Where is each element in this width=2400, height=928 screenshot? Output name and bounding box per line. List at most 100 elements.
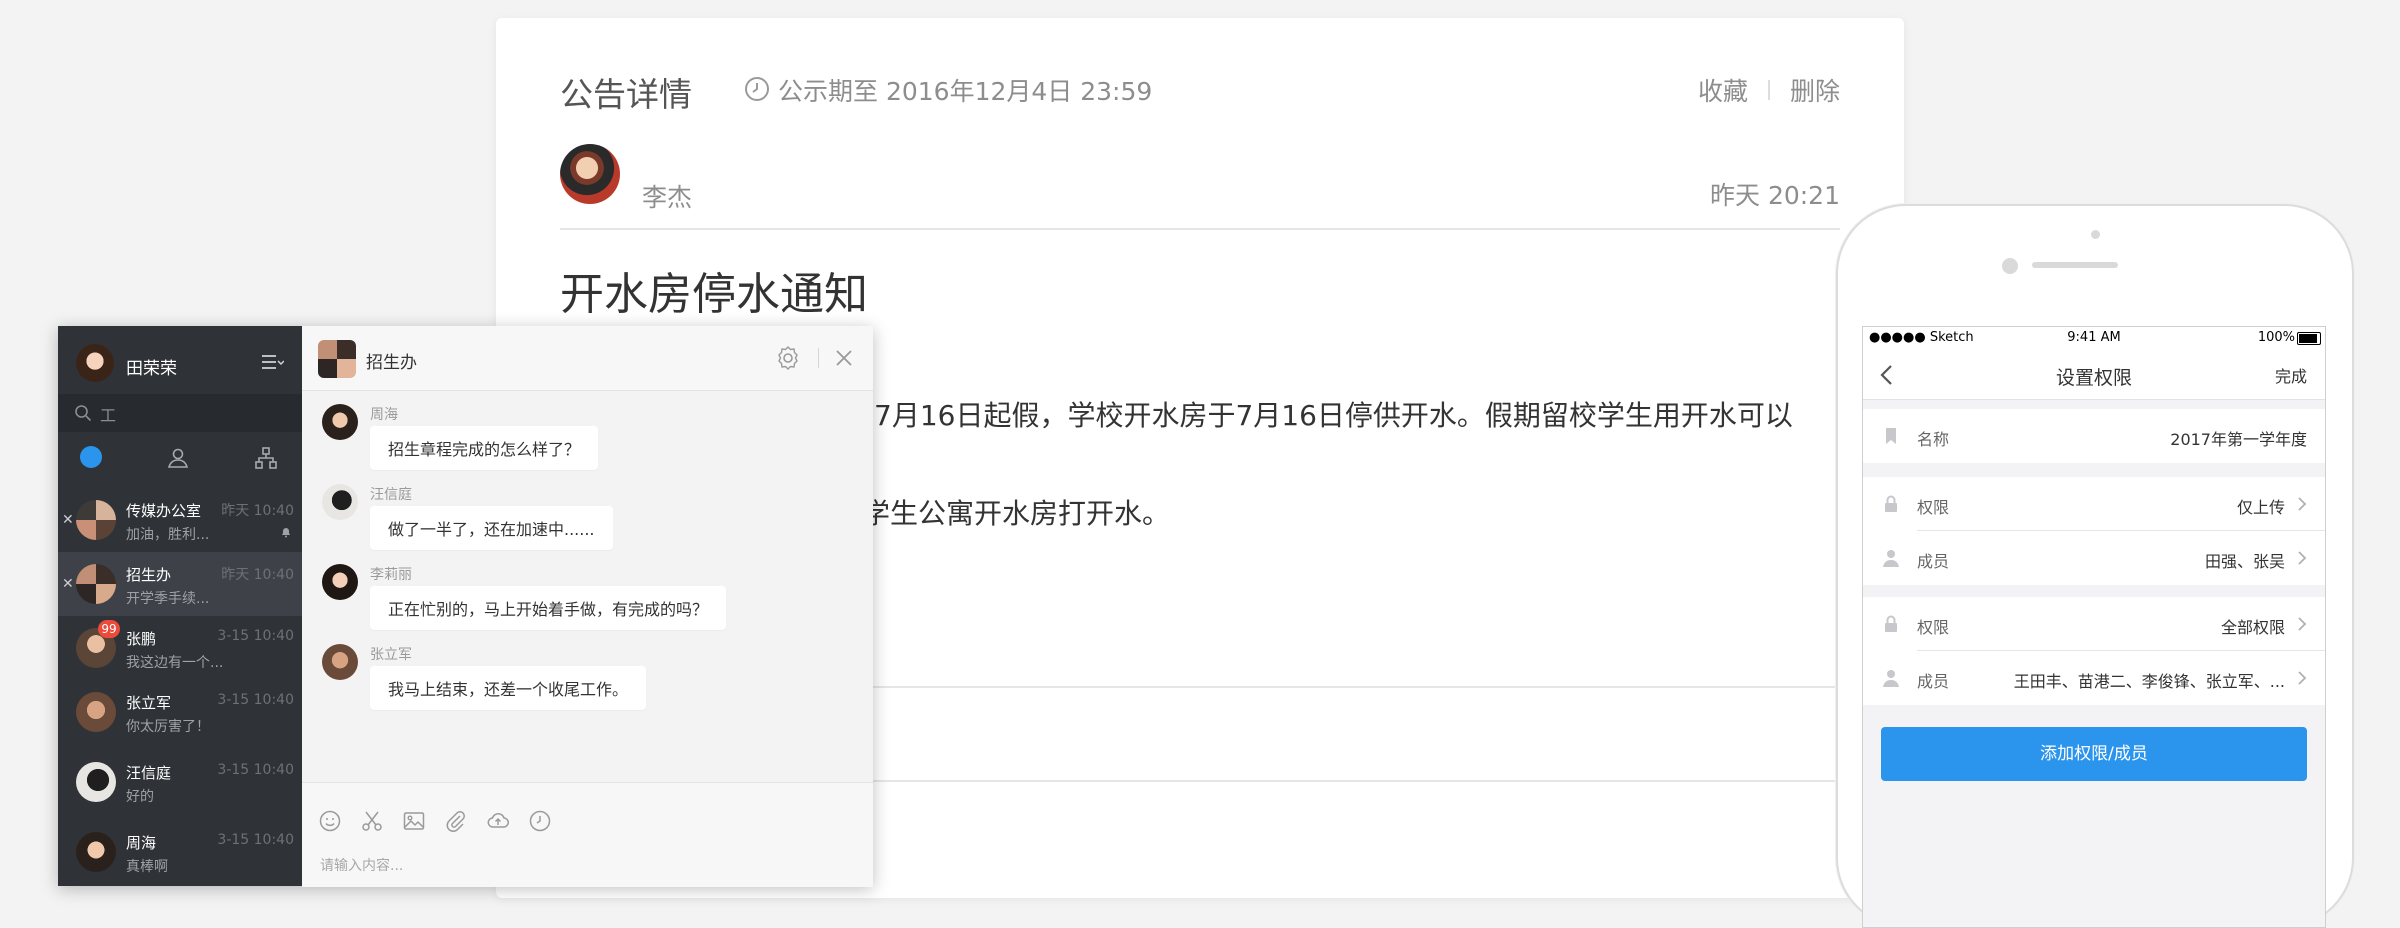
done-button[interactable]: 完成 (2275, 363, 2307, 387)
clock-icon (745, 77, 769, 101)
conversation-preview: 开学季手续... (126, 591, 210, 607)
conversation-name: 传媒办公室 (126, 502, 202, 520)
conversation-preview: 加油，胜利... (126, 527, 210, 543)
group-avatar (76, 564, 116, 604)
avatar (76, 832, 116, 872)
chat-panel: 招生办 周海 招生章程完成的怎么样了？ 汪信庭 做了一半了，还在加速中.....… (302, 326, 873, 887)
close-icon[interactable] (832, 346, 856, 370)
conversation-time: 昨天 10:40 (221, 503, 294, 519)
conversation-time: 昨天 10:40 (221, 567, 294, 583)
attachment-icon[interactable] (444, 809, 468, 833)
row-label: 名称 (1917, 430, 1950, 449)
conversation-item[interactable]: 张立军 3-15 10:40 你太厉害了！ (58, 680, 302, 744)
row-label: 权限 (1917, 618, 1950, 637)
avatar (76, 762, 116, 802)
history-clock-icon[interactable] (528, 809, 552, 833)
lock-icon (1885, 495, 1897, 512)
page-title: 设置权限 (2055, 367, 2132, 389)
row-value: 全部权限 (2220, 618, 2285, 637)
conversation-item[interactable]: 99 张鹏 3-15 10:40 我这边有一个... (58, 616, 302, 680)
bookmark-icon (1886, 428, 1896, 444)
favorite-button[interactable]: 收藏 (1698, 72, 1748, 108)
menu-icon[interactable] (260, 352, 284, 372)
chat-tab-icon[interactable] (80, 446, 102, 468)
conversation-time: 3-15 10:40 (217, 762, 294, 778)
avatar (76, 692, 116, 732)
close-icon[interactable]: ✕ (62, 512, 74, 528)
member-row[interactable]: 成员 王田丰、苗港二、李俊锋、张立军、... (1863, 651, 2325, 705)
search-query: 工 (100, 406, 117, 425)
author-avatar[interactable] (560, 144, 620, 204)
nav-bar: 设置权限 完成 (1863, 349, 2325, 400)
message-bubble: 正在忙别的，马上开始着手做，有完成的吗？ (370, 586, 727, 630)
avatar[interactable] (322, 404, 358, 440)
org-tab-icon[interactable] (254, 446, 278, 470)
conversation-name: 汪信庭 (126, 764, 172, 782)
message-sender: 李莉丽 (370, 567, 412, 583)
image-icon[interactable] (402, 809, 426, 833)
message-sender: 周海 (370, 407, 398, 423)
message-input[interactable]: 请输入内容... (320, 855, 403, 875)
conversation-name: 周海 (126, 834, 157, 852)
conversation-preview: 你太厉害了！ (126, 719, 210, 735)
avatar[interactable] (322, 644, 358, 680)
member-row[interactable]: 成员 田强、张吴 (1863, 531, 2325, 585)
notice-paragraph: 7月16日起假，学校开水房于7月16日停供开水。假期留校学生用开水可以 (874, 399, 1793, 432)
gear-icon[interactable] (774, 344, 802, 372)
message-sender: 汪信庭 (370, 487, 412, 503)
conversation-preview: 好的 (126, 789, 154, 805)
notice-actions: 收藏 删除 (1698, 72, 1840, 108)
notice-paragraph: 学生公寓开水房打开水。 (862, 497, 1171, 530)
emoji-icon[interactable] (318, 809, 342, 833)
status-time: 9:41 AM (2067, 330, 2121, 345)
chat-sidebar: 田荣荣 工 ✕ 传媒办公室 昨天 10:40 加油，胜利... ✕ 招生办 昨天… (58, 326, 302, 886)
avatar[interactable] (322, 484, 358, 520)
notice-heading: 开水房停水通知 (560, 269, 868, 320)
row-value: 2017年第一学年度 (2170, 430, 2307, 449)
phone-camera (2002, 258, 2018, 274)
group-avatar (318, 340, 356, 378)
add-permission-member-button[interactable]: 添加权限/成员 (1881, 727, 2307, 781)
conversation-item[interactable]: ✕ 招生办 昨天 10:40 开学季手续... (58, 552, 302, 616)
battery-percent: 100% (2257, 330, 2295, 345)
row-label: 权限 (1917, 498, 1950, 517)
row-label: 成员 (1917, 552, 1950, 571)
chevron-right-icon (2298, 671, 2307, 685)
conversation-time: 3-15 10:40 (217, 832, 294, 848)
conversation-name: 张鹏 (126, 630, 157, 648)
mute-bell-icon (282, 528, 290, 538)
conversation-preview: 我这边有一个... (126, 655, 224, 671)
search-icon (75, 405, 92, 422)
lock-icon (1885, 615, 1897, 632)
conversation-preview: 真棒啊 (126, 859, 168, 875)
name-row[interactable]: 名称 2017年第一学年度 (1863, 409, 2325, 463)
phone-speaker (2032, 262, 2118, 268)
cloud-upload-icon[interactable] (486, 809, 510, 833)
person-icon (1883, 670, 1899, 687)
screenshot-scissors-icon[interactable] (360, 809, 384, 833)
notice-time: 昨天 20:21 (1710, 181, 1840, 210)
person-icon (1883, 550, 1899, 567)
message-bubble: 我马上结束，还差一个收尾工作。 (370, 666, 647, 710)
conversation-item[interactable]: 汪信庭 3-15 10:40 好的 (58, 750, 302, 814)
delete-button[interactable]: 删除 (1790, 72, 1840, 108)
divider (560, 228, 1840, 230)
avatar[interactable] (322, 564, 358, 600)
conversation-item[interactable]: 周海 3-15 10:40 真棒啊 (58, 820, 302, 884)
notice-page-title: 公告详情 (560, 75, 692, 114)
conversation-name: 招生办 (126, 566, 172, 584)
author-name: 李杰 (642, 183, 693, 212)
group-avatar (76, 500, 116, 540)
contacts-tab-icon[interactable] (166, 446, 190, 470)
row-value: 田强、张吴 (2204, 552, 2285, 571)
close-icon[interactable]: ✕ (62, 576, 74, 592)
conversation-name: 张立军 (126, 694, 172, 712)
permission-row[interactable]: 权限 全部权限 (1863, 597, 2325, 651)
permission-row[interactable]: 权限 仅上传 (1863, 477, 2325, 531)
conversation-item[interactable]: ✕ 传媒办公室 昨天 10:40 加油，胜利... (58, 488, 302, 552)
status-bar: ●●●●● Sketch 9:41 AM 100% (1863, 327, 2325, 349)
user-avatar[interactable] (76, 344, 114, 382)
search-input[interactable] (58, 394, 302, 432)
header-divider (818, 348, 819, 368)
conversation-time: 3-15 10:40 (217, 692, 294, 708)
